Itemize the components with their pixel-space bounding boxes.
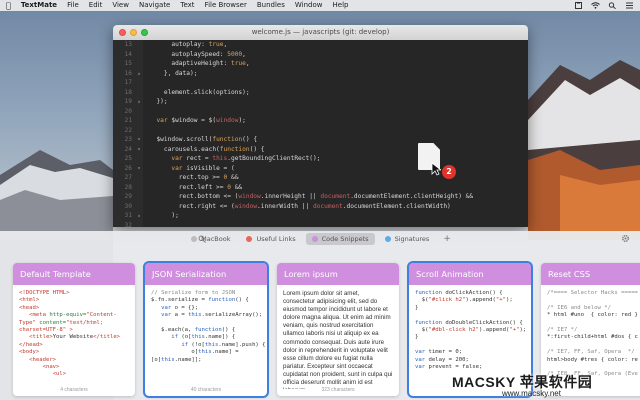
snippet-card-default-template[interactable]: Default Template <!DOCTYPE HTML> <html> … — [13, 263, 135, 396]
code-editor[interactable]: 13 autoplay: true, 14 autoplaySpeed: 500… — [113, 40, 528, 227]
gear-icon[interactable] — [621, 234, 630, 243]
menu-file-browser[interactable]: File Browser — [205, 0, 247, 11]
menu-view[interactable]: View — [112, 0, 129, 11]
line-number: 28 — [113, 182, 135, 192]
line-number: 19 — [113, 97, 135, 107]
watermark-url: www.macsky.net — [502, 389, 561, 398]
snippet-card-json-serialization[interactable]: JSON Serialization // Serialize form to … — [143, 261, 269, 398]
tab-label: Code Snippets — [321, 235, 369, 243]
maximize-button[interactable] — [141, 29, 148, 36]
add-tab-button[interactable]: + — [439, 234, 455, 244]
snippet-tabbar: MacBook Useful Links Code Snippets Signa… — [0, 231, 640, 247]
tab-signatures[interactable]: Signatures — [379, 233, 436, 245]
line-number: 25 — [113, 154, 135, 164]
card-code-preview: <!DOCTYPE HTML> <html> <head> <meta http… — [19, 290, 121, 378]
search-icon[interactable] — [198, 235, 206, 243]
line-number: 18 — [113, 87, 135, 97]
line-number: 21 — [113, 116, 135, 126]
card-char-count: 323 characters — [321, 387, 355, 393]
line-number: 32 — [113, 220, 135, 227]
snippet-card-lorem-ipsum[interactable]: Lorem ipsum Lorem ipsum dolor sit amet, … — [277, 263, 399, 396]
line-number: 22 — [113, 125, 135, 135]
mouse-cursor-icon — [431, 162, 441, 176]
card-text-preview: Lorem ipsum dolor sit amet, consectetur … — [283, 290, 393, 389]
card-char-count: 40 characters — [190, 387, 222, 393]
line-number: 17 — [113, 78, 135, 88]
tab-label: Signatures — [394, 235, 430, 243]
line-number: 16 — [113, 68, 135, 78]
line-number: 14 — [113, 49, 135, 59]
tab-color-dot — [246, 236, 253, 242]
menu-window[interactable]: Window — [295, 0, 323, 11]
tab-macbook[interactable]: MacBook — [185, 233, 236, 245]
menu-help[interactable]: Help — [333, 0, 349, 11]
line-number: 30 — [113, 201, 135, 211]
status-area — [574, 2, 634, 9]
tab-label: Useful Links — [256, 235, 296, 243]
card-code-preview: // Serialize form to JSON $.fn.serialize… — [151, 290, 266, 363]
card-char-count: 4 characters — [60, 387, 88, 393]
line-number: 29 — [113, 192, 135, 202]
line-number: 24 — [113, 144, 135, 154]
menu-navigate[interactable]: Navigate — [139, 0, 170, 11]
card-title: JSON Serialization — [145, 263, 267, 285]
tab-color-dot — [384, 236, 391, 242]
line-number: 13 — [113, 40, 135, 50]
menu-edit[interactable]: Edit — [89, 0, 103, 11]
menu-file[interactable]: File — [67, 0, 79, 11]
card-title: Reset CSS — [541, 263, 640, 285]
apple-menu-icon[interactable]:  — [6, 0, 11, 11]
minimize-button[interactable] — [130, 29, 137, 36]
wifi-icon[interactable] — [591, 2, 600, 9]
line-number: 27 — [113, 173, 135, 183]
line-number: 31 — [113, 211, 135, 221]
tab-code-snippets[interactable]: Code Snippets — [305, 233, 375, 245]
card-title: Default Template — [13, 263, 135, 285]
menu-app-name[interactable]: TextMate — [21, 0, 57, 11]
paste-icon[interactable] — [574, 2, 583, 9]
line-number: 23 — [113, 135, 135, 145]
menu-list-icon[interactable] — [625, 2, 634, 9]
close-button[interactable] — [119, 29, 126, 36]
drag-count-badge: 2 — [442, 165, 456, 179]
search-icon[interactable] — [608, 2, 617, 9]
line-number: 26 — [113, 163, 135, 173]
tab-useful-links[interactable]: Useful Links — [240, 233, 301, 245]
editor-window: welcome.js — javascripts (git: develop) … — [113, 25, 528, 227]
card-title: Scroll Animation — [409, 263, 531, 285]
line-number: 20 — [113, 106, 135, 116]
editor-titlebar[interactable]: welcome.js — javascripts (git: develop) — [113, 25, 528, 40]
menu-text[interactable]: Text — [180, 0, 194, 11]
window-title: welcome.js — javascripts (git: develop) — [251, 28, 390, 36]
tab-color-dot — [311, 236, 318, 242]
tab-color-dot — [191, 236, 198, 242]
line-number: 15 — [113, 59, 135, 69]
card-title: Lorem ipsum — [277, 263, 399, 285]
menu-bar:  TextMate File Edit View Navigate Text … — [0, 0, 640, 11]
menu-bundles[interactable]: Bundles — [257, 0, 285, 11]
